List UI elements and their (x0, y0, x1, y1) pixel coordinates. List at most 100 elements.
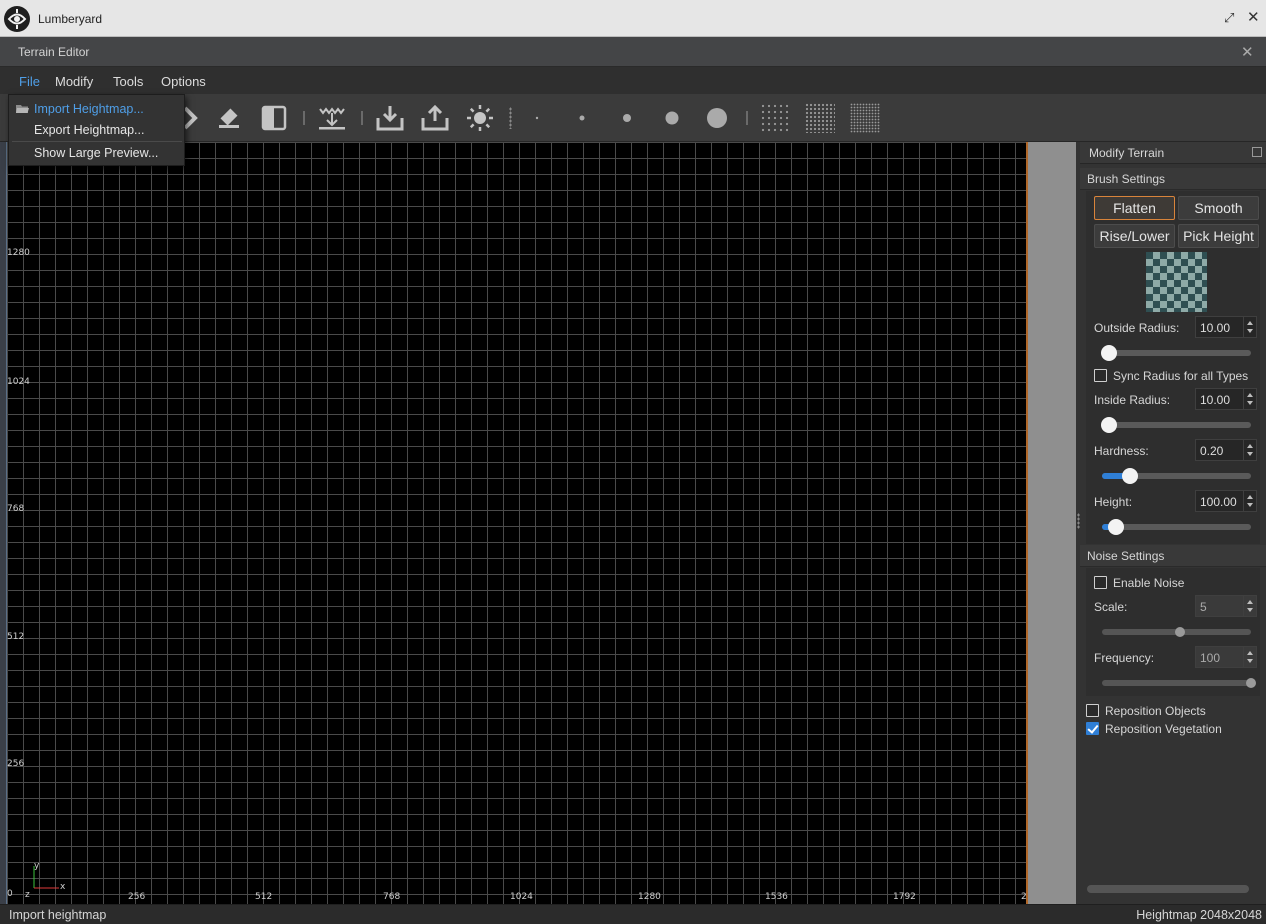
slider-handle[interactable] (1108, 519, 1124, 535)
import-icon[interactable] (372, 100, 408, 136)
heightmap-viewport[interactable]: 1280 1024 768 512 256 256 512 768 1024 1… (7, 142, 1044, 904)
menu-options[interactable]: Options (161, 74, 206, 89)
hardness-label: Hardness: (1094, 444, 1149, 458)
enable-noise-label: Enable Noise (1113, 576, 1185, 590)
inside-radius-spinbox[interactable]: 10.00 (1195, 388, 1257, 410)
toolbar-separator (361, 111, 363, 125)
outside-radius-spinbox[interactable]: 10.00 (1195, 316, 1257, 338)
frequency-label: Frequency: (1094, 651, 1155, 665)
axis-gizmo-icon (33, 866, 59, 889)
import-heightmap-item[interactable]: Import Heightmap... (34, 102, 144, 116)
slider-handle[interactable] (1101, 417, 1117, 433)
axis-z-label: z (25, 890, 30, 900)
spin-arrows-icon[interactable] (1243, 389, 1256, 409)
sync-radius-checkbox[interactable] (1094, 369, 1107, 382)
inside-radius-slider[interactable] (1101, 417, 1251, 433)
y-tick-label: 768 (7, 504, 25, 514)
outside-radius-slider[interactable] (1101, 345, 1251, 361)
height-value: 100.00 (1200, 495, 1237, 509)
modify-terrain-title: Modify Terrain (1089, 146, 1165, 160)
float-panel-icon[interactable] (1252, 147, 1262, 157)
panel-header: Modify Terrain (1080, 142, 1266, 164)
flatten-button[interactable]: Flatten (1094, 196, 1175, 220)
water-level-icon[interactable] (314, 100, 350, 136)
menu-separator (12, 141, 182, 142)
origin-label: 0 (7, 889, 13, 899)
brush-size-3-icon[interactable] (609, 100, 645, 136)
slider-handle[interactable] (1175, 627, 1185, 637)
sun-icon[interactable] (462, 100, 498, 136)
maximize-button[interactable]: ⤢ (1224, 9, 1234, 27)
brush-settings-header[interactable]: Brush Settings (1080, 168, 1266, 190)
pick-height-button[interactable]: Pick Height (1178, 224, 1259, 248)
y-tick-label: 256 (7, 759, 25, 769)
panel-close-button[interactable]: ✕ (1241, 43, 1254, 61)
window-title-bar: Lumberyard ⤢ ✕ (0, 0, 1266, 37)
y-tick-label: 512 (7, 632, 25, 642)
spin-arrows-icon[interactable] (1243, 317, 1256, 337)
inside-radius-label: Inside Radius: (1094, 393, 1171, 407)
spin-arrows-icon[interactable] (1243, 647, 1256, 667)
x-tick-label: 256 (128, 892, 146, 902)
scale-label: Scale: (1094, 600, 1128, 614)
smooth-button[interactable]: Smooth (1178, 196, 1259, 220)
panel-horizontal-scrollbar[interactable] (1087, 885, 1249, 893)
outside-radius-value: 10.00 (1200, 321, 1231, 335)
export-heightmap-item[interactable]: Export Heightmap... (34, 123, 144, 137)
slider-handle[interactable] (1101, 345, 1117, 361)
toolbar (0, 94, 1266, 142)
folder-icon (16, 105, 29, 113)
grid-large-icon[interactable] (847, 100, 883, 136)
show-large-preview-item[interactable]: Show Large Preview... (34, 146, 158, 160)
app-title: Lumberyard (38, 12, 103, 26)
scale-slider[interactable] (1102, 627, 1251, 637)
eraser-icon[interactable] (212, 100, 248, 136)
frequency-slider[interactable] (1102, 678, 1256, 688)
x-tick-label: 1280 (638, 892, 661, 902)
menu-file[interactable]: File (19, 74, 40, 89)
sync-radius-label: Sync Radius for all Types (1113, 369, 1249, 383)
file-dropdown-menu: Import Heightmap... Export Heightmap... … (8, 94, 185, 166)
rise-lower-button[interactable]: Rise/Lower (1094, 224, 1175, 248)
export-icon[interactable] (417, 100, 453, 136)
scale-value: 5 (1200, 600, 1207, 614)
hardness-spinbox[interactable]: 0.20 (1195, 439, 1257, 461)
spin-arrows-icon[interactable] (1243, 440, 1256, 460)
menu-modify[interactable]: Modify (55, 74, 93, 89)
brush-size-4-icon[interactable] (654, 100, 690, 136)
x-tick-label: 768 (383, 892, 401, 902)
status-message: Import heightmap (9, 908, 107, 922)
hardness-value: 0.20 (1200, 444, 1224, 458)
axis-y-label: y (34, 861, 40, 871)
grid-medium-icon[interactable] (802, 100, 838, 136)
scale-spinbox[interactable]: 5 (1195, 595, 1257, 617)
reposition-vegetation-checkbox[interactable] (1086, 722, 1099, 735)
slider-handle[interactable] (1122, 468, 1138, 484)
reposition-vegetation-label: Reposition Vegetation (1105, 722, 1222, 736)
menu-tools[interactable]: Tools (113, 74, 143, 89)
spin-arrows-icon[interactable] (1243, 596, 1256, 616)
window-close-button[interactable]: ✕ (1247, 9, 1260, 27)
inside-radius-value: 10.00 (1200, 393, 1231, 407)
axis-x-label: x (60, 882, 66, 892)
brush-size-1-icon[interactable] (519, 100, 555, 136)
viewport-margin (1028, 142, 1076, 904)
toolbar-grip[interactable] (509, 107, 512, 129)
invert-icon[interactable] (256, 100, 292, 136)
noise-settings-header[interactable]: Noise Settings (1080, 545, 1266, 567)
slider-handle[interactable] (1246, 678, 1256, 688)
panel-title-bar: Terrain Editor ✕ (0, 37, 1266, 67)
panel-title: Terrain Editor (18, 45, 90, 59)
brush-size-2-icon[interactable] (564, 100, 600, 136)
spin-arrows-icon[interactable] (1243, 491, 1256, 511)
enable-noise-checkbox[interactable] (1094, 576, 1107, 589)
noise-settings-label: Noise Settings (1087, 549, 1165, 563)
frequency-spinbox[interactable]: 100 (1195, 646, 1257, 668)
brush-size-5-icon[interactable] (699, 100, 735, 136)
height-slider[interactable] (1102, 519, 1251, 535)
reposition-objects-checkbox[interactable] (1086, 704, 1099, 717)
grid-small-icon[interactable] (757, 100, 793, 136)
x-tick-label: 1792 (893, 892, 916, 902)
hardness-slider[interactable] (1102, 468, 1251, 484)
height-spinbox[interactable]: 100.00 (1195, 490, 1257, 512)
